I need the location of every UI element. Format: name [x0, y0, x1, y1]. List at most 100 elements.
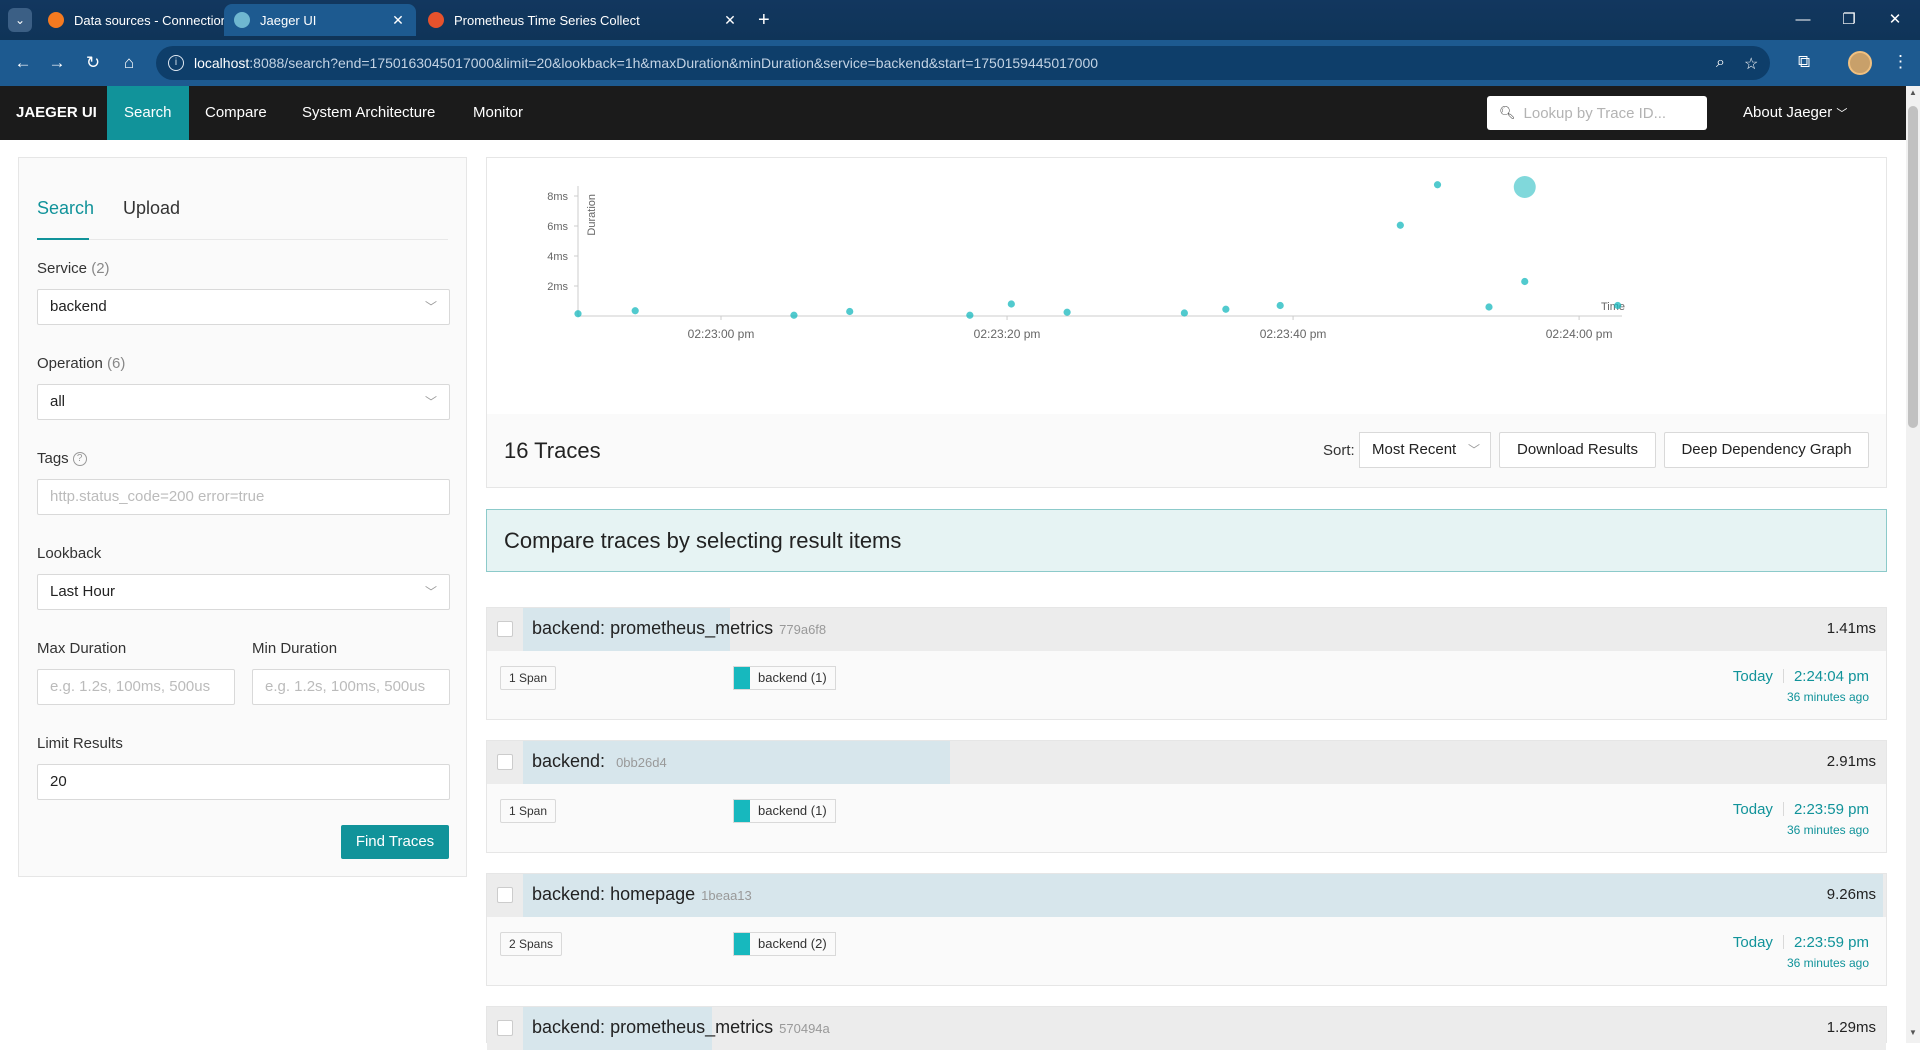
- tags-label-text: Tags: [37, 450, 69, 467]
- url-path: :8088/search?end=1750163045017000&limit=…: [249, 55, 1099, 71]
- trace-title[interactable]: backend: prometheus_metrics 779a6f8: [532, 618, 826, 639]
- trace-point: [1222, 305, 1230, 313]
- restore-icon[interactable]: ❐: [1826, 8, 1872, 32]
- trace-header[interactable]: backend: prometheus_metrics 779a6f8 1.41m…: [487, 608, 1886, 651]
- jaeger-top-nav: JAEGER UI Search Compare System Architec…: [0, 86, 1906, 140]
- sort-label: Sort:: [1323, 442, 1355, 459]
- span-count-badge: 1 Span: [500, 799, 557, 823]
- tags-label: Tags?: [37, 450, 87, 467]
- service-select[interactable]: backend ﹀: [37, 289, 450, 325]
- home-icon[interactable]: ⌂: [116, 50, 142, 76]
- nav-search[interactable]: Search: [107, 86, 189, 140]
- scroll-down-icon[interactable]: ▼: [1909, 1028, 1917, 1037]
- scrollbar-thumb[interactable]: [1908, 106, 1918, 428]
- extensions-icon[interactable]: ⧉: [1798, 52, 1810, 72]
- trace-header[interactable]: backend: 0bb26d4 2.91ms: [487, 741, 1886, 784]
- browser-tab-prometheus[interactable]: Prometheus Time Series Collect ✕: [418, 4, 748, 36]
- trace-point: [1513, 176, 1536, 198]
- download-results-button[interactable]: Download Results: [1499, 432, 1656, 468]
- url-field[interactable]: i localhost:8088/search?end=175016304501…: [156, 46, 1770, 80]
- tab-title: Data sources - Connections - G: [74, 12, 244, 28]
- find-traces-button[interactable]: Find Traces: [341, 825, 449, 859]
- trace-title[interactable]: backend: prometheus_metrics 570494a: [532, 1017, 830, 1038]
- tab-upload[interactable]: Upload: [123, 198, 180, 219]
- search-icon: 🔍︎: [1499, 105, 1516, 120]
- trace-point: [790, 311, 798, 319]
- trace-point: [1433, 181, 1442, 189]
- tab-close-icon[interactable]: ✕: [722, 12, 738, 29]
- bookmark-star-icon[interactable]: ☆: [1744, 54, 1758, 74]
- compare-checkbox[interactable]: [497, 1020, 513, 1036]
- minimize-icon[interactable]: —: [1780, 8, 1826, 32]
- trace-header[interactable]: backend: homepage 1beaa13 9.26ms: [487, 874, 1886, 917]
- trace-point: [574, 310, 582, 318]
- y-tick-label: 4ms: [547, 251, 568, 263]
- deep-dependency-graph-button[interactable]: Deep Dependency Graph: [1664, 432, 1869, 468]
- grafana-favicon-icon: [48, 12, 64, 28]
- service-tag: backend (1): [733, 799, 836, 823]
- tab-search-icon[interactable]: ⌄: [8, 8, 32, 32]
- trace-relative-time: 36 minutes ago: [1786, 690, 1869, 704]
- trace-point: [631, 307, 639, 315]
- trace-title[interactable]: backend: 0bb26d4: [532, 751, 667, 772]
- sort-value: Most Recent: [1372, 441, 1457, 458]
- tab-divider: [37, 239, 448, 240]
- limit-results-input[interactable]: 20: [37, 764, 450, 800]
- nav-system-architecture[interactable]: System Architecture: [285, 86, 452, 140]
- trace-service: backend:: [532, 1017, 606, 1037]
- help-icon[interactable]: ?: [72, 452, 87, 466]
- max-duration-input[interactable]: e.g. 1.2s, 100ms, 500us: [37, 669, 235, 705]
- trace-item[interactable]: backend: homepage 1beaa13 9.26ms 2 Spans …: [486, 873, 1887, 986]
- trace-duration: 1.41ms: [1826, 620, 1876, 637]
- profile-avatar[interactable]: [1848, 51, 1872, 75]
- trace-service: backend:: [532, 751, 606, 771]
- jaeger-favicon-icon: [234, 12, 250, 28]
- sort-select[interactable]: Most Recent ﹀: [1359, 432, 1491, 468]
- jaeger-logo[interactable]: JAEGER UI: [16, 86, 97, 140]
- chevron-down-icon: ﹀: [1467, 443, 1480, 457]
- compare-checkbox[interactable]: [497, 887, 513, 903]
- trace-item[interactable]: backend: 0bb26d4 2.91ms 1 Span backend (…: [486, 740, 1887, 853]
- trace-duration: 2.91ms: [1826, 753, 1876, 770]
- window-close-icon[interactable]: ✕: [1872, 8, 1918, 32]
- nav-monitor[interactable]: Monitor: [456, 86, 540, 140]
- reload-icon[interactable]: ↻: [80, 50, 106, 76]
- address-bar: ← → ↻ ⌂ i localhost:8088/search?end=1750…: [0, 40, 1920, 86]
- trace-item[interactable]: backend: prometheus_metrics 779a6f8 1.41m…: [486, 607, 1887, 720]
- tab-search[interactable]: Search: [37, 198, 94, 219]
- zoom-icon[interactable]: ⌕: [1716, 54, 1725, 72]
- nav-compare[interactable]: Compare: [188, 86, 284, 140]
- trace-title[interactable]: backend: homepage 1beaa13: [532, 884, 752, 905]
- service-tag: backend (2): [733, 932, 836, 956]
- browser-menu-icon[interactable]: ⋮: [1892, 52, 1909, 72]
- trace-relative-time: 36 minutes ago: [1786, 956, 1869, 970]
- tags-input[interactable]: http.status_code=200 error=true: [37, 479, 450, 515]
- trace-header[interactable]: backend: prometheus_metrics 570494a 1.29m…: [487, 1007, 1886, 1050]
- compare-checkbox[interactable]: [497, 621, 513, 637]
- site-info-icon[interactable]: i: [168, 55, 184, 71]
- service-label: Service (2): [37, 260, 110, 277]
- compare-checkbox[interactable]: [497, 754, 513, 770]
- trace-id: 1beaa13: [701, 888, 752, 903]
- service-color-swatch: [734, 933, 750, 955]
- trace-id-lookup-input[interactable]: 🔍︎ Lookup by Trace ID...: [1487, 96, 1707, 130]
- about-jaeger-menu[interactable]: About Jaeger ﹀: [1743, 86, 1847, 140]
- new-tab-icon[interactable]: +: [758, 8, 770, 32]
- operation-label-text: Operation: [37, 355, 103, 372]
- y-tick-label: 2ms: [547, 281, 568, 293]
- min-duration-input[interactable]: e.g. 1.2s, 100ms, 500us: [252, 669, 450, 705]
- lookback-select[interactable]: Last Hour ﹀: [37, 574, 450, 610]
- trace-point: [1276, 301, 1284, 310]
- forward-icon[interactable]: →: [44, 50, 70, 76]
- trace-item[interactable]: backend: prometheus_metrics 570494a 1.29m…: [486, 1006, 1887, 1050]
- back-icon[interactable]: ←: [10, 50, 36, 76]
- trace-operation: prometheus_metrics: [610, 1017, 774, 1037]
- max-duration-label: Max Duration: [37, 640, 127, 657]
- divider: [1782, 935, 1784, 949]
- trace-start-time: Today 2:23:59 pm: [1733, 801, 1869, 818]
- scroll-up-icon[interactable]: ▲: [1909, 88, 1917, 97]
- browser-tab-jaeger[interactable]: Jaeger UI ✕: [224, 4, 416, 36]
- tab-close-icon[interactable]: ✕: [390, 12, 406, 29]
- operation-select[interactable]: all ﹀: [37, 384, 450, 420]
- chevron-down-icon: ﹀: [424, 300, 437, 314]
